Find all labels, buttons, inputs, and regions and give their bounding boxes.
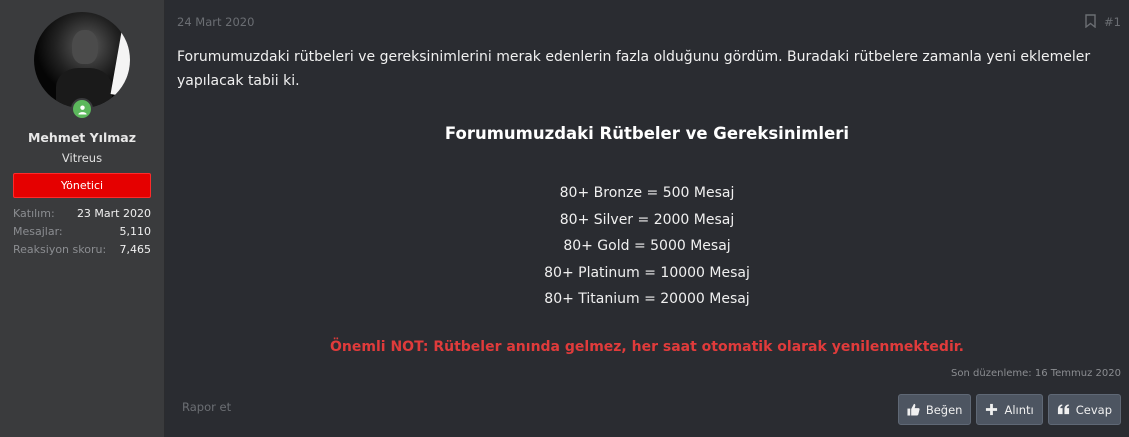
- post-main: 24 Mart 2020 #1 Forumumuzdaki rütbeleri …: [165, 0, 1129, 437]
- stat-value: 7,465: [119, 242, 152, 256]
- post-actions: Beğen Alıntı Cevap: [897, 394, 1121, 425]
- important-note: Önemli NOT: Rütbeler anında gelmez, her …: [330, 339, 964, 355]
- user-stats: Katılım: 23 Mart 2020 Mesajlar: 5,110 Re…: [13, 204, 151, 258]
- reply-button[interactable]: Cevap: [1047, 394, 1121, 425]
- username[interactable]: Mehmet Yılmaz: [0, 130, 164, 145]
- avatar-highlight: [110, 30, 130, 98]
- avatar-head: [72, 30, 98, 64]
- thumbs-up-icon: [907, 403, 920, 416]
- rank-line: 80+ Titanium = 20000 Mesaj: [544, 291, 750, 307]
- user-sidebar: Mehmet Yılmaz Vitreus Yönetici Katılım: …: [0, 0, 165, 437]
- rank-line: 80+ Bronze = 500 Mesaj: [559, 185, 735, 201]
- stat-label: Katılım:: [13, 206, 55, 220]
- last-edited[interactable]: Son düzenleme: 16 Temmuz 2020: [951, 368, 1121, 379]
- post-number-link[interactable]: #1: [1104, 15, 1121, 29]
- rank-list: 80+ Bronze = 500 Mesaj 80+ Silver = 2000…: [165, 180, 1129, 313]
- quote-label: Alıntı: [1004, 402, 1034, 417]
- avatar[interactable]: [34, 12, 130, 108]
- stat-label: Mesajlar:: [13, 224, 63, 238]
- role-banner: Yönetici: [13, 173, 151, 198]
- plus-icon: [986, 403, 998, 416]
- user-title: Vitreus: [61, 151, 103, 165]
- stat-label: Reaksiyon skoru:: [13, 242, 107, 256]
- rank-line: 80+ Gold = 5000 Mesaj: [563, 238, 731, 254]
- post-heading: Forumumuzdaki Rütbeler ve Gereksinimleri: [444, 124, 850, 143]
- stat-joined: Katılım: 23 Mart 2020: [13, 204, 151, 222]
- post-date[interactable]: 24 Mart 2020: [177, 15, 254, 29]
- quote-icon: [1057, 404, 1069, 415]
- stat-messages: Mesajlar: 5,110: [13, 222, 151, 240]
- like-button[interactable]: Beğen: [897, 394, 972, 425]
- like-label: Beğen: [925, 402, 963, 417]
- quote-button[interactable]: Alıntı: [976, 394, 1043, 425]
- rank-line: 80+ Platinum = 10000 Mesaj: [544, 264, 750, 281]
- report-link[interactable]: Rapor et: [182, 400, 231, 414]
- forum-post: Mehmet Yılmaz Vitreus Yönetici Katılım: …: [0, 0, 1129, 437]
- reply-label: Cevap: [1075, 402, 1112, 417]
- online-status-icon: [71, 98, 93, 120]
- rank-line: 80+ Silver = 2000 Mesaj: [559, 211, 735, 228]
- stat-reaction: Reaksiyon skoru: 7,465: [13, 240, 151, 258]
- post-intro: Forumumuzdaki rütbeleri ve gereksinimler…: [177, 49, 1091, 89]
- avatar-wrap: [34, 12, 130, 120]
- bookmark-icon[interactable]: [1085, 14, 1096, 28]
- stat-value[interactable]: 5,110: [120, 225, 152, 238]
- stat-value: 23 Mart 2020: [76, 206, 151, 220]
